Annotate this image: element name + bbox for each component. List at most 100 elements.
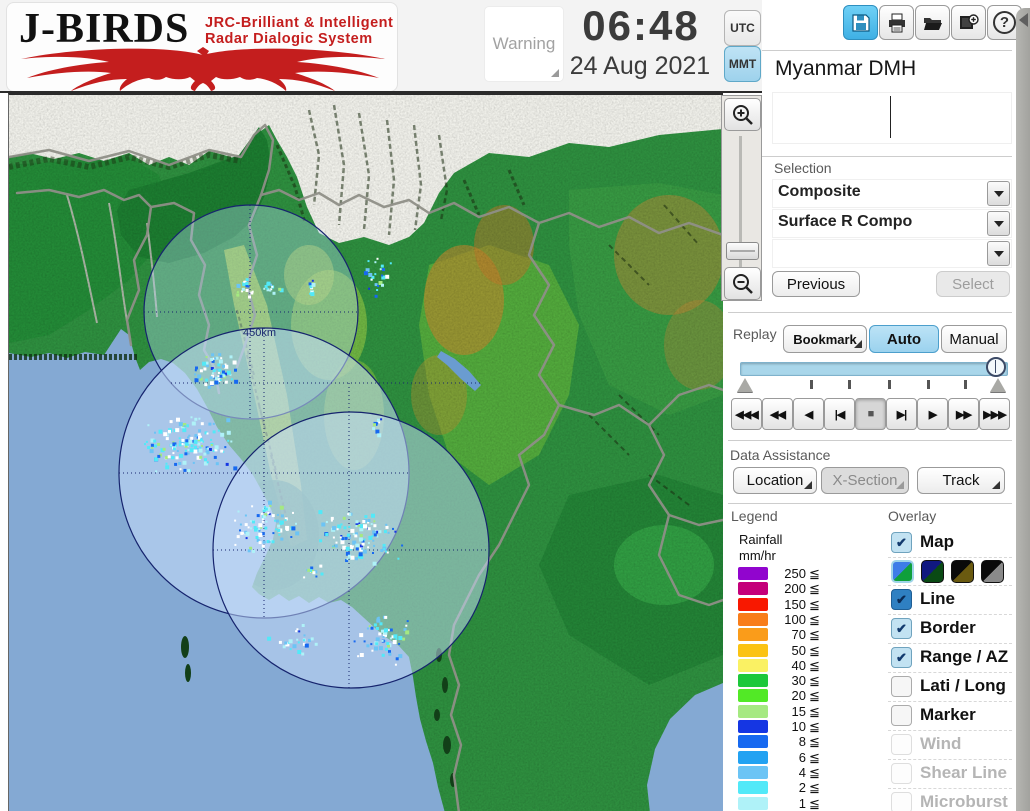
option-dropdown[interactable] xyxy=(772,239,1012,268)
zoom-slider-handle[interactable] xyxy=(726,242,759,260)
legend-row: 15 ≦ xyxy=(738,704,828,719)
timeline-tick xyxy=(927,380,930,389)
leq-symbol: ≦ xyxy=(809,596,820,612)
range-end-marker[interactable] xyxy=(990,378,1006,392)
legend-color-swatch xyxy=(738,781,768,795)
select-button[interactable]: Select xyxy=(936,271,1010,297)
print-button[interactable] xyxy=(879,5,914,40)
overlay-separator xyxy=(888,613,1012,615)
checkbox-range-az[interactable]: ✔ xyxy=(891,647,912,668)
timeline-tick xyxy=(888,380,891,389)
zoom-in-button[interactable] xyxy=(724,98,761,131)
legend-color-swatch xyxy=(738,720,768,733)
overlay-row-microburst: Microburst xyxy=(891,791,1012,811)
location-button[interactable]: Location xyxy=(733,467,817,494)
overlay-separator xyxy=(888,700,1012,702)
warning-button[interactable]: Warning xyxy=(484,6,564,82)
track-button[interactable]: Track xyxy=(917,467,1005,494)
capture-image-button[interactable] xyxy=(951,5,986,40)
button-label: Location xyxy=(746,472,804,489)
range-start-marker[interactable] xyxy=(737,378,753,392)
legend-row: 4 ≦ xyxy=(738,765,828,780)
overlay-separator xyxy=(888,642,1012,644)
leq-symbol: ≦ xyxy=(809,795,820,811)
playback-play-button[interactable]: ▶ xyxy=(917,398,948,430)
replay-timeline-handle[interactable] xyxy=(986,357,1006,377)
overlay-separator xyxy=(888,557,1012,558)
panel-separator xyxy=(762,156,1012,157)
legend-value: 50 xyxy=(791,642,806,658)
legend-color-swatch xyxy=(738,643,768,657)
map-style-navy-darkgreen-swatch[interactable] xyxy=(921,560,944,583)
overlay-row-lati-long: Lati / Long xyxy=(891,675,1012,699)
replay-timeline-track[interactable] xyxy=(740,362,1008,376)
legend-value: 8 xyxy=(798,734,806,750)
checkbox-marker[interactable] xyxy=(891,705,912,726)
mmt-button[interactable]: MMT xyxy=(724,46,761,82)
overlay-separator xyxy=(888,671,1012,673)
legend-row: 6 ≦ xyxy=(738,750,828,765)
open-folder-button[interactable] xyxy=(915,5,950,40)
legend-color-swatch xyxy=(738,597,768,611)
chevron-down-icon[interactable] xyxy=(987,181,1010,206)
playback-fast-forward-button[interactable]: ▶▶ xyxy=(948,398,979,430)
overlay-label: Overlay xyxy=(888,508,937,524)
magnifier-plus-icon xyxy=(732,104,753,125)
collapse-left-arrow-icon[interactable] xyxy=(1019,13,1028,27)
x-section-button[interactable]: X-Section xyxy=(821,467,909,494)
checkbox-microburst xyxy=(891,792,912,811)
app-logo: J-BIRDS JRC-Brilliant & Intelligent Rada… xyxy=(6,2,398,92)
legend-row: 200 ≦ xyxy=(738,581,828,596)
checkbox-lati-long[interactable] xyxy=(891,676,912,697)
playback-step-back-button[interactable]: |◀ xyxy=(824,398,855,430)
overlay-separator xyxy=(888,758,1012,760)
logo-title: J-BIRDS xyxy=(19,6,190,52)
panel-separator xyxy=(728,503,1012,504)
legend-value: 200 xyxy=(784,581,806,597)
legend-color-swatch xyxy=(738,796,768,810)
auto-mode-button[interactable]: Auto xyxy=(869,325,939,353)
checkbox-line[interactable]: ✔ xyxy=(891,589,912,610)
chevron-down-icon[interactable] xyxy=(987,211,1010,236)
chevron-down-icon[interactable] xyxy=(987,241,1010,266)
station-info-box[interactable] xyxy=(772,92,1012,144)
clock-time: 06:48 xyxy=(582,2,700,49)
legend-value: 6 xyxy=(798,749,806,765)
overlay-item-label: Marker xyxy=(920,705,976,724)
leq-symbol: ≦ xyxy=(809,764,820,780)
eagle-icon xyxy=(21,47,385,91)
legend-value: 150 xyxy=(784,596,806,612)
overlay-item-label: Microburst xyxy=(920,792,1008,811)
leq-symbol: ≦ xyxy=(809,703,820,719)
legend-value: 250 xyxy=(784,566,806,581)
playback-step-forward-button[interactable]: ▶| xyxy=(886,398,917,430)
save-button[interactable] xyxy=(843,5,878,40)
legend-row: 8 ≦ xyxy=(738,734,828,749)
previous-button[interactable]: Previous xyxy=(772,271,860,297)
checkbox-wind xyxy=(891,734,912,755)
playback-jump-start-button[interactable]: ◀◀◀ xyxy=(731,398,762,430)
radar-map-canvas[interactable]: 450km xyxy=(8,93,723,811)
playback-play-reverse-button[interactable]: ◀ xyxy=(793,398,824,430)
product-dropdown[interactable]: Surface R Compo xyxy=(772,209,1012,238)
zoom-out-button[interactable] xyxy=(724,267,761,300)
legend-row: 2 ≦ xyxy=(738,780,828,795)
playback-jump-end-button[interactable]: ▶▶▶ xyxy=(979,398,1010,430)
composite-dropdown[interactable]: Composite xyxy=(772,179,1012,208)
playback-stop-button[interactable]: ■ xyxy=(855,398,886,430)
manual-mode-button[interactable]: Manual xyxy=(941,325,1007,353)
overlay-row-map: ✔ Map xyxy=(891,531,1012,555)
overlay-item-label: Shear Line xyxy=(920,763,1007,782)
checkbox-map[interactable]: ✔ xyxy=(891,532,912,553)
panel-collapse-bar[interactable] xyxy=(1016,8,1030,811)
checkbox-border[interactable]: ✔ xyxy=(891,618,912,639)
legend-value: 1 xyxy=(798,795,806,811)
playback-fast-rewind-button[interactable]: ◀◀ xyxy=(762,398,793,430)
map-style-black-gray-swatch[interactable] xyxy=(981,560,1004,583)
map-style-blue-green-swatch[interactable] xyxy=(891,560,914,583)
utc-button[interactable]: UTC xyxy=(724,10,761,46)
legend-row: 150 ≦ xyxy=(738,597,828,612)
leq-symbol: ≦ xyxy=(809,627,820,643)
bookmark-button[interactable]: Bookmark xyxy=(783,325,867,353)
map-style-black-olive-swatch[interactable] xyxy=(951,560,974,583)
